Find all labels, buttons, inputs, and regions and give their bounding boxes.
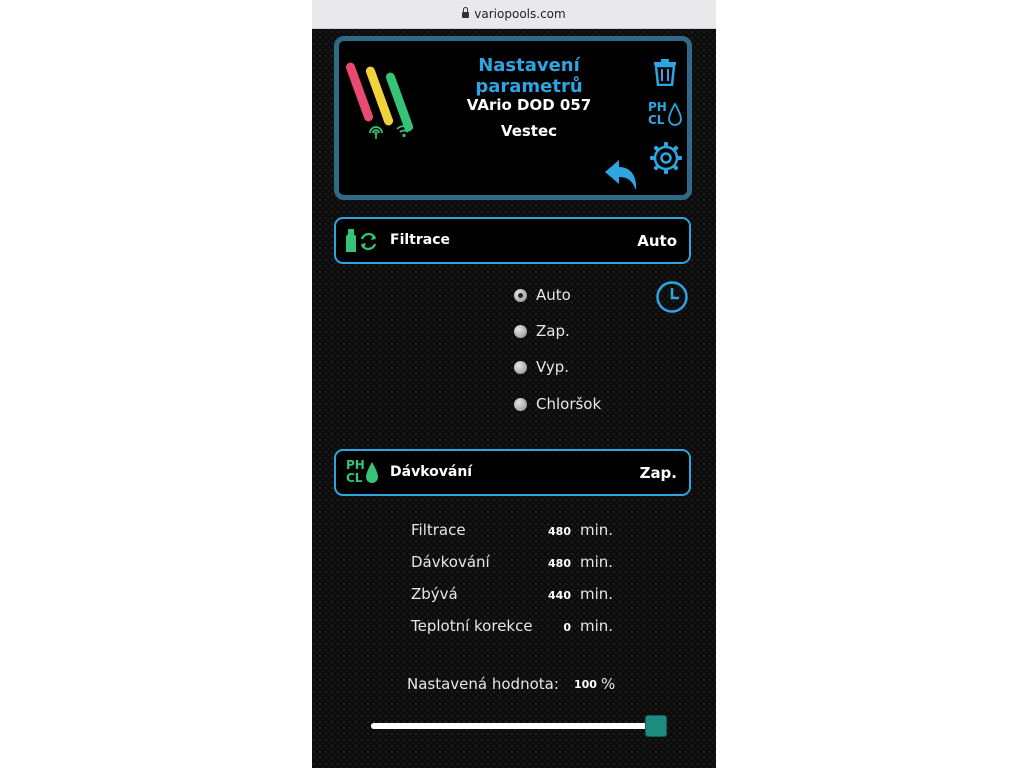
stat-label: Dávkování	[411, 553, 490, 571]
stat-value: 440	[548, 589, 571, 602]
droplet-icon	[366, 462, 378, 483]
radio-label: Zap.	[536, 322, 570, 340]
radio-button[interactable]	[514, 324, 527, 338]
browser-url-bar[interactable]: variopools.com	[312, 0, 716, 29]
setpoint-label: Nastavená hodnota:	[407, 675, 559, 693]
setpoint-slider-fill	[371, 723, 663, 729]
page-title: Nastavení parametrů	[475, 55, 583, 97]
lock-icon	[462, 7, 470, 18]
filtrace-section[interactable]: Filtrace Auto	[334, 217, 691, 264]
davkovani-section[interactable]: PH CL Dávkování Zap.	[334, 449, 691, 496]
radio-button[interactable]	[514, 360, 527, 374]
clock-icon[interactable]	[655, 280, 689, 314]
phone-screen: variopools.com Nastavení parametrů VArio…	[312, 0, 716, 768]
trash-icon[interactable]	[652, 58, 678, 86]
stat-value: 0	[563, 621, 571, 634]
stat-label: Teplotní korekce	[411, 617, 533, 635]
ph-cl-icon[interactable]: PH CL	[648, 101, 688, 129]
setpoint-slider-track[interactable]	[371, 723, 663, 729]
filtrace-value: Auto	[637, 232, 677, 250]
back-arrow-icon[interactable]	[603, 158, 641, 192]
cl-text: CL	[346, 471, 363, 485]
stat-unit: min.	[580, 617, 614, 635]
radio-label: Vyp.	[536, 358, 570, 376]
radio-label: Chloršok	[536, 395, 602, 413]
radio-button[interactable]	[514, 288, 527, 302]
header-card: Nastavení parametrů VArio DOD 057 Vestec…	[334, 36, 692, 200]
davkovani-label: Dávkování	[390, 464, 473, 480]
droplet-icon	[668, 103, 682, 126]
stat-value: 480	[548, 557, 571, 570]
setpoint-unit: %	[601, 675, 616, 693]
stat-unit: min.	[580, 521, 614, 539]
stat-label: Zbývá	[411, 585, 458, 603]
setpoint-slider-thumb[interactable]	[645, 715, 667, 737]
wifi-icon	[396, 125, 412, 138]
radio-option-zap[interactable]: Zap.	[514, 320, 570, 342]
radio-option-auto[interactable]: Auto	[514, 284, 571, 306]
davkovani-value: Zap.	[639, 464, 677, 482]
radio-button[interactable]	[514, 397, 527, 411]
url-text: variopools.com	[474, 7, 566, 21]
filter-pump-icon	[346, 229, 377, 252]
stat-unit: min.	[580, 585, 614, 603]
radio-label: Auto	[536, 286, 571, 304]
stat-label: Filtrace	[411, 521, 466, 539]
gear-icon[interactable]	[649, 141, 683, 175]
cl-text: CL	[648, 113, 665, 127]
ph-cl-icon: PH CL	[346, 459, 382, 487]
stat-value: 480	[548, 525, 571, 538]
filtrace-label: Filtrace	[390, 232, 450, 248]
radio-option-chlorsok[interactable]: Chloršok	[514, 393, 601, 415]
device-name: VArio DOD 057	[466, 96, 592, 114]
device-location: Vestec	[500, 122, 558, 140]
stat-unit: min.	[580, 553, 614, 571]
radio-option-vyp[interactable]: Vyp.	[514, 356, 569, 378]
setpoint-value: 100	[574, 678, 597, 691]
antenna-signal-icon	[369, 126, 383, 139]
